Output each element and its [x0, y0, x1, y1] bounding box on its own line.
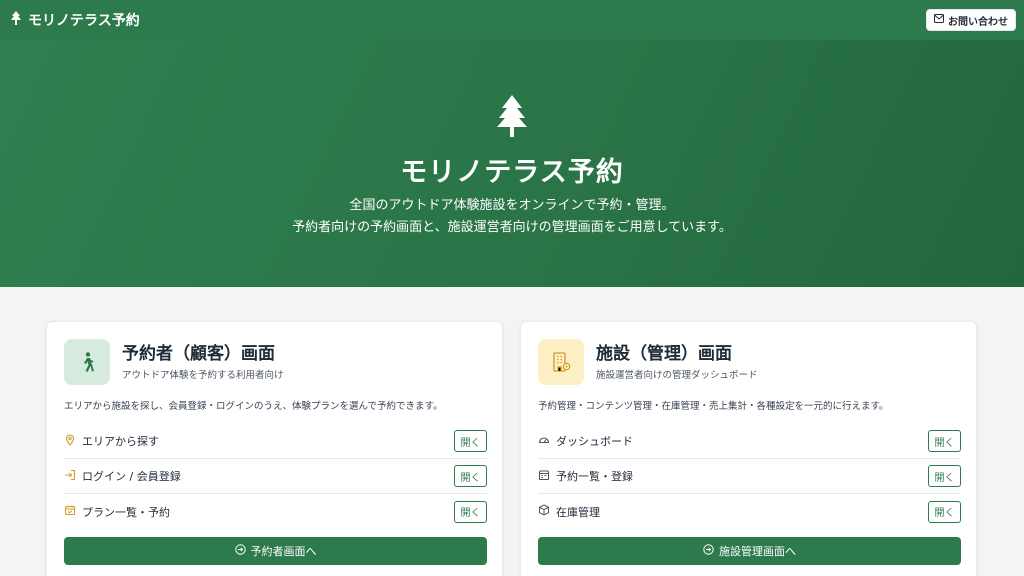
card-description: 予約管理・コンテンツ管理・在庫管理・売上集計・各種設定を一元的に行えます。	[538, 401, 889, 412]
arrow-circle-icon	[234, 544, 246, 558]
list-item-label: プラン一覧・予約	[82, 505, 170, 519]
card-header: 予約者（顧客）画面 アウトドア体験を予約する利用者向け	[64, 339, 284, 385]
facility-card: 施設（管理）画面 施設運営者向けの管理ダッシュボード 予約管理・コンテンツ管理・…	[520, 321, 977, 576]
list-item-plans[interactable]: プラン一覧・予約 開く	[64, 494, 487, 529]
map-pin-icon	[64, 433, 76, 449]
hero-line-1: 全国のアウトドア体験施設をオンラインで予約・管理。	[349, 198, 675, 213]
contact-label: お問い合わせ	[948, 16, 1008, 28]
box-icon	[538, 504, 550, 519]
tree-icon	[496, 95, 528, 137]
card-header: 施設（管理）画面 施設運営者向けの管理ダッシュボード	[538, 339, 758, 385]
open-button[interactable]: 開く	[928, 500, 961, 523]
calendar-list-icon	[538, 469, 550, 484]
hero-line-2: 予約者向けの予約画面と、施設運営者向けの管理画面をご用意しています。	[292, 220, 732, 235]
top-bar: モリノテラス予約 お問い合わせ	[0, 0, 1024, 40]
hero-subtitle: 全国のアウトドア体験施設をオンラインで予約・管理。 予約者向けの予約画面と、施設…	[0, 195, 1024, 239]
contact-button[interactable]: お問い合わせ	[926, 9, 1016, 31]
walking-person-icon	[64, 339, 110, 385]
hero-title: モリノテラス予約	[400, 157, 624, 188]
calendar-icon	[64, 504, 76, 519]
mail-icon	[934, 14, 944, 26]
open-button[interactable]: 開く	[454, 500, 487, 523]
list-item-label: ログイン / 会員登録	[82, 470, 181, 483]
list-item-label: 予約一覧・登録	[556, 470, 633, 483]
gauge-icon	[538, 434, 550, 449]
list-item-login[interactable]: ログイン / 会員登録 開く	[64, 459, 487, 494]
list-item-label: ダッシュボード	[556, 435, 633, 448]
open-button[interactable]: 開く	[454, 465, 487, 487]
button-label: 予約者画面へ	[250, 545, 317, 558]
open-button[interactable]: 開く	[928, 430, 961, 452]
building-gear-icon	[538, 339, 584, 385]
list-item-dashboard[interactable]: ダッシュボード 開く	[538, 424, 961, 459]
card-title: 予約者（顧客）画面	[122, 344, 275, 364]
open-button[interactable]: 開く	[928, 465, 961, 487]
facility-admin-button[interactable]: 施設管理画面へ	[538, 537, 961, 565]
link-list: エリアから探す 開く ログイン / 会員登録 開く プラン一覧・予約 開く	[64, 424, 487, 529]
card-title: 施設（管理）画面	[596, 344, 732, 364]
list-item-label: 在庫管理	[556, 505, 600, 519]
card-subtitle: アウトドア体験を予約する利用者向け	[122, 370, 284, 381]
brand-name: モリノテラス予約	[28, 13, 140, 29]
brand[interactable]: モリノテラス予約	[10, 10, 140, 30]
link-list: ダッシュボード 開く 予約一覧・登録 開く 在庫管理 開く	[538, 424, 961, 529]
login-icon	[64, 469, 76, 484]
tree-icon	[10, 11, 22, 29]
card-subtitle: 施設運営者向けの管理ダッシュボード	[596, 370, 758, 381]
button-label: 施設管理画面へ	[719, 545, 796, 558]
list-item-area-search[interactable]: エリアから探す 開く	[64, 424, 487, 459]
arrow-circle-icon	[703, 544, 714, 558]
list-item-inventory[interactable]: 在庫管理 開く	[538, 494, 961, 529]
card-description: エリアから施設を探し、会員登録・ログインのうえ、体験プランを選んで予約できます。	[64, 401, 443, 412]
customer-screen-button[interactable]: 予約者画面へ	[64, 537, 487, 565]
hero-section: モリノテラス予約 全国のアウトドア体験施設をオンラインで予約・管理。 予約者向け…	[0, 40, 1024, 287]
open-button[interactable]: 開く	[454, 430, 487, 452]
list-item-label: エリアから探す	[82, 435, 159, 448]
customer-card: 予約者（顧客）画面 アウトドア体験を予約する利用者向け エリアから施設を探し、会…	[46, 321, 503, 576]
list-item-reservations[interactable]: 予約一覧・登録 開く	[538, 459, 961, 494]
